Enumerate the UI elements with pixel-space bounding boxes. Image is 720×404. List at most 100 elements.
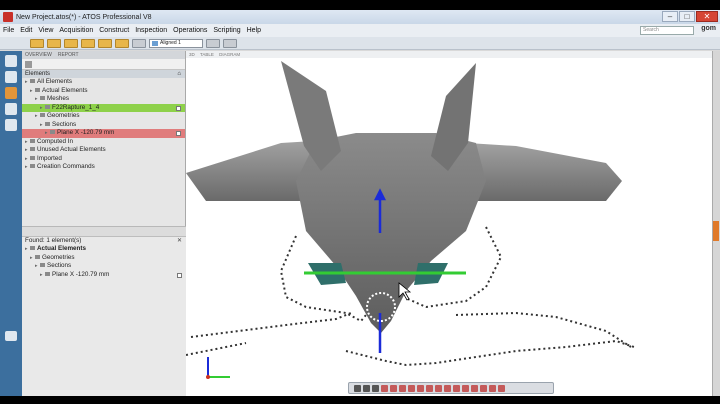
element-type-icon — [35, 87, 40, 92]
search-tool-button[interactable] — [98, 38, 112, 48]
eye-icon[interactable] — [372, 384, 379, 392]
results-tree: ▸ Actual Elements ▸ Geometries ▸ Sections ▸ Pla… — [22, 245, 186, 279]
visibility-toggle-icon[interactable] — [176, 131, 181, 136]
menu-inspection[interactable]: Inspection — [135, 27, 167, 34]
element-type-icon — [30, 138, 35, 143]
alignment-select[interactable]: Aligned 1 — [149, 38, 203, 48]
label-icon[interactable] — [489, 384, 496, 392]
fit-view-icon[interactable] — [408, 384, 415, 392]
results-toolbar — [22, 227, 186, 237]
light-icon[interactable] — [453, 384, 460, 392]
element-type-icon — [50, 130, 55, 135]
element-type-icon — [40, 263, 45, 268]
home-icon[interactable] — [5, 55, 17, 67]
tree-item[interactable]: ▸ Sections — [22, 121, 185, 130]
filter-icon[interactable] — [25, 61, 32, 68]
tree-item[interactable]: ▸ Creation Commands — [22, 163, 185, 172]
grid-icon[interactable] — [480, 384, 487, 392]
tree-item-label: All Elements — [37, 78, 72, 85]
tree-item[interactable]: ▸ Geometries — [22, 254, 186, 263]
acquisition-tool-button[interactable] — [30, 38, 44, 48]
clip-icon[interactable] — [444, 384, 451, 392]
visibility-toggle-icon[interactable] — [177, 272, 182, 278]
tree-item-label: Geometries — [42, 253, 75, 261]
tree-item[interactable]: ▸ Sections — [22, 262, 186, 271]
tree-item[interactable]: ▸ F22Rapture_1_4 — [22, 103, 185, 112]
close-button[interactable]: ✕ — [696, 11, 718, 22]
3d-viewport[interactable]: 3D TABLE DIAGRAM — [186, 51, 712, 396]
operations-tool-button[interactable] — [81, 38, 95, 48]
minimize-button[interactable]: – — [662, 11, 678, 22]
explorer-header: Elements ⌂ — [22, 70, 185, 78]
alignment-tool-button[interactable] — [132, 38, 146, 48]
properties-tool-button[interactable] — [115, 38, 129, 48]
tree-item-label: Imported — [37, 154, 62, 162]
tab-overview[interactable]: OVERVIEW — [25, 52, 52, 58]
tree-item[interactable]: ▸ Plane X -120.79 mm — [22, 129, 185, 138]
tree-item[interactable]: ▸ Plane X -120.79 mm — [22, 271, 186, 280]
tree-item[interactable]: ▸ Actual Elements — [22, 87, 185, 96]
menu-file[interactable]: File — [3, 27, 14, 34]
inspection-tool-button[interactable] — [64, 38, 78, 48]
right-dock-strip — [712, 51, 720, 396]
element-type-icon — [45, 121, 50, 126]
menu-edit[interactable]: Edit — [20, 27, 32, 34]
more-icon[interactable] — [498, 384, 505, 392]
view-x-icon[interactable] — [381, 384, 388, 392]
tree-item[interactable]: ▸ Unused Actual Elements — [22, 146, 185, 155]
menu-acquisition[interactable]: Acquisition — [59, 27, 93, 34]
tree-item[interactable]: ▸ Geometries — [22, 112, 185, 121]
tree-item[interactable]: ▸ Computed In — [22, 138, 185, 147]
tree-item-label: F22Rapture_1_4 — [52, 103, 100, 111]
dock-handle[interactable] — [713, 221, 719, 241]
tree-item[interactable]: ▸ All Elements — [22, 78, 185, 87]
menu-view[interactable]: View — [38, 27, 53, 34]
view-tool-button[interactable] — [206, 38, 220, 48]
rotate-icon[interactable] — [363, 384, 370, 392]
scene-canvas — [186, 61, 635, 379]
menu-help[interactable]: Help — [247, 27, 261, 34]
reset-tool-button[interactable] — [223, 38, 237, 48]
explorer-toolbar — [22, 59, 185, 70]
inspect-icon[interactable] — [5, 87, 17, 99]
tree-item[interactable]: ▸ Meshes — [22, 95, 185, 104]
tree-item-label: Sections — [52, 120, 77, 128]
section-icon[interactable] — [435, 384, 442, 392]
search-input[interactable]: Search — [640, 26, 694, 35]
render-icon[interactable] — [462, 384, 469, 392]
menu-operations[interactable]: Operations — [173, 27, 207, 34]
report-icon[interactable] — [5, 103, 17, 115]
acquire-icon[interactable] — [5, 71, 17, 83]
visibility-toggle-icon[interactable] — [176, 105, 181, 111]
element-explorer: OVERVIEW REPORT Elements ⌂ ▸ All Elements… — [22, 51, 186, 396]
print-icon[interactable] — [5, 119, 17, 131]
element-type-icon — [30, 155, 35, 160]
tree-item-label: Plane X -120.79 mm — [52, 270, 110, 278]
tree-item-label: Meshes — [47, 95, 70, 102]
snapshot-icon[interactable] — [471, 384, 478, 392]
view-z-icon[interactable] — [399, 384, 406, 392]
explorer-tabs: OVERVIEW REPORT — [22, 51, 185, 59]
element-type-icon — [45, 104, 50, 109]
zoom-icon[interactable] — [417, 384, 424, 392]
menu-construct[interactable]: Construct — [99, 27, 129, 34]
maximize-button[interactable]: □ — [679, 11, 695, 22]
tree-item[interactable]: ▸ Imported — [22, 155, 185, 164]
tree-item-label: Unused Actual Elements — [37, 146, 106, 153]
pan-icon[interactable] — [426, 384, 433, 392]
select-icon[interactable] — [354, 384, 361, 392]
tree-item-label: Actual Elements — [42, 86, 88, 94]
element-tree: ▸ All Elements ▸ Actual Elements ▸ Meshes ▸ F22… — [22, 78, 185, 172]
construct-tool-button[interactable] — [47, 38, 61, 48]
view-y-icon[interactable] — [390, 384, 397, 392]
close-results-icon[interactable]: ✕ — [177, 237, 182, 245]
tree-item[interactable]: ▸ Actual Elements — [22, 245, 186, 254]
element-type-icon — [40, 113, 45, 118]
settings-icon[interactable] — [5, 331, 17, 341]
dock-icon[interactable]: ⌂ — [177, 70, 181, 78]
menu-scripting[interactable]: Scripting — [213, 27, 240, 34]
main-toolbar: Aligned 1 — [0, 37, 720, 50]
element-type-icon — [30, 164, 35, 169]
bottom-bar — [0, 396, 720, 404]
tab-report[interactable]: REPORT — [58, 52, 79, 58]
